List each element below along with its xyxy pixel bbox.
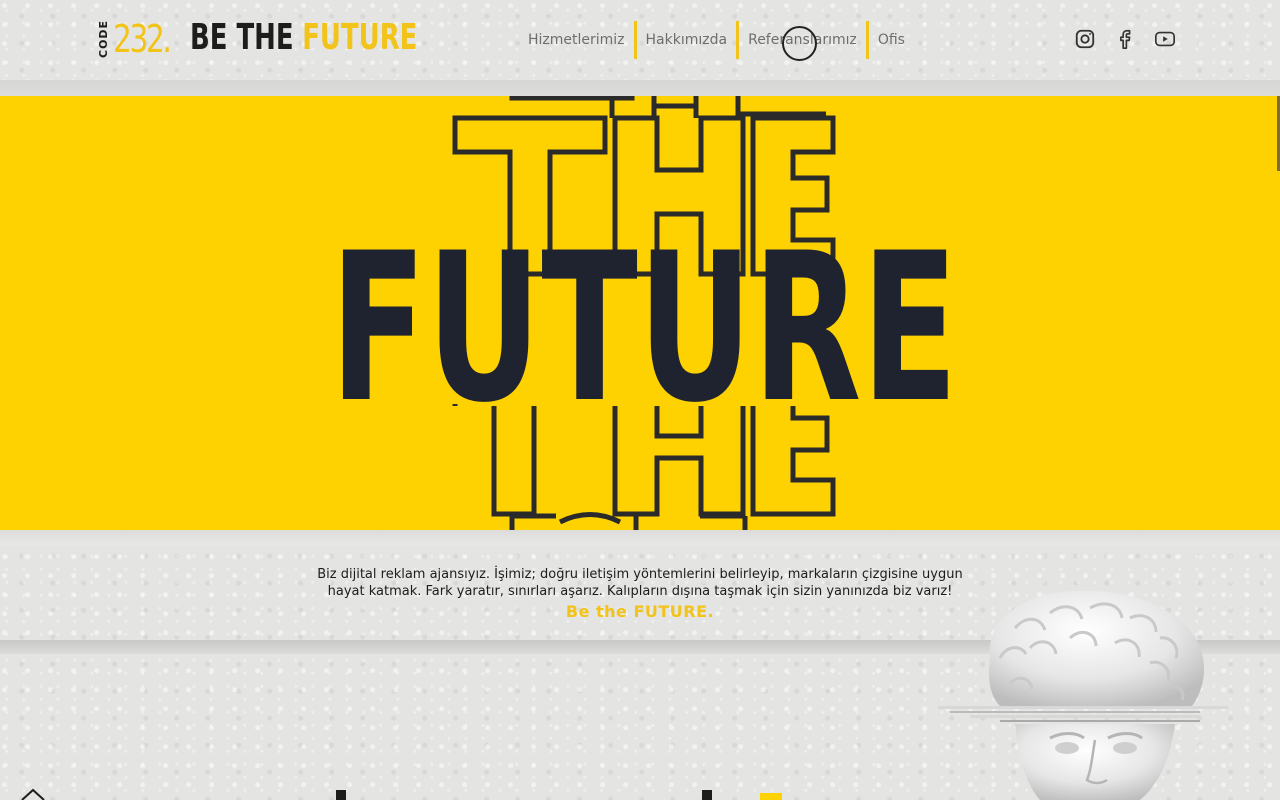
tagline: BE THE FUTURE bbox=[190, 18, 417, 58]
tagline-part2: FUTURE bbox=[302, 17, 418, 58]
tagline-part1: BE THE bbox=[190, 17, 294, 58]
logo-number: 232. bbox=[113, 17, 172, 61]
instagram-icon[interactable] bbox=[1074, 28, 1096, 50]
nav-item-about[interactable]: Hakkımızda bbox=[638, 21, 736, 59]
intro-line-1: Biz dijital reklam ajansıyız. İşimiz; do… bbox=[317, 567, 963, 582]
nav-separator bbox=[633, 21, 637, 59]
nav-separator bbox=[865, 21, 869, 59]
facebook-icon[interactable] bbox=[1114, 28, 1136, 50]
site-header: CODE 232. BE THE FUTURE Hizmetlerimiz Ha… bbox=[0, 0, 1280, 80]
logo-prefix: CODE bbox=[97, 19, 110, 58]
bottom-headline-partial bbox=[21, 788, 782, 800]
cursor-ring bbox=[782, 26, 817, 61]
hero-banner: FUTURE bbox=[0, 96, 1280, 530]
nav-separator bbox=[736, 21, 740, 59]
intro-paragraph: Biz dijital reklam ajansıyız. İşimiz; do… bbox=[270, 566, 1010, 600]
hero-graphic: FUTURE bbox=[330, 96, 958, 530]
main-nav: Hizmetlerimiz Hakkımızda Referanslarımız… bbox=[520, 20, 913, 60]
hero-top-band bbox=[0, 80, 1280, 96]
hero-headline: FUTURE bbox=[330, 210, 958, 448]
youtube-icon[interactable] bbox=[1154, 28, 1176, 50]
nav-item-services[interactable]: Hizmetlerimiz bbox=[520, 21, 633, 59]
social-links bbox=[1074, 28, 1176, 50]
nav-item-office[interactable]: Ofis bbox=[870, 21, 913, 59]
intro-top-band bbox=[0, 530, 1280, 546]
intro-line-2: hayat katmak. Fark yaratır, sınırları aş… bbox=[327, 584, 953, 599]
code232-logo[interactable]: CODE 232. bbox=[97, 18, 186, 58]
